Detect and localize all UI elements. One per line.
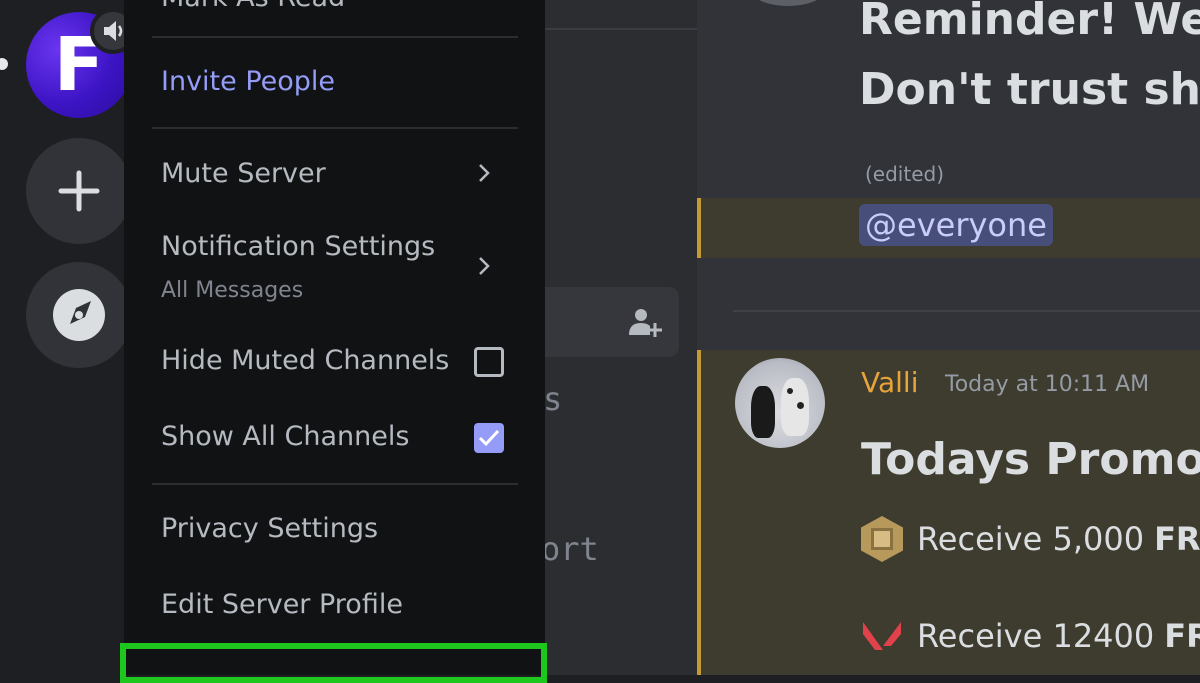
divider	[545, 28, 697, 30]
channel-name-partial[interactable]: ort	[541, 530, 599, 568]
show-all-checkbox[interactable]	[474, 423, 504, 453]
promo-bold-text: FRE	[1164, 617, 1200, 655]
promo-line: Receive 12400 FRE	[861, 616, 1200, 656]
avatar[interactable]	[745, 0, 831, 6]
robux-icon	[861, 516, 903, 562]
edited-label: (edited)	[865, 162, 945, 186]
hide-muted-checkbox[interactable]	[474, 347, 504, 377]
unread-indicator	[0, 58, 8, 70]
avatar[interactable]	[735, 358, 825, 448]
mention-row: @everyone	[697, 198, 1200, 258]
promo-bold-text: FRE	[1154, 520, 1200, 558]
add-member-icon[interactable]	[627, 305, 663, 341]
timestamp: Today at 10:11 AM	[945, 372, 1150, 397]
promo-line: Receive 5,000 FRE	[861, 516, 1200, 562]
highlight-box	[120, 643, 547, 683]
invite-members-row[interactable]	[545, 287, 679, 357]
message: Valli Today at 10:11 AM Todays Promot Re…	[697, 350, 1200, 675]
promo-text: Receive 12400	[917, 617, 1155, 655]
author-name[interactable]: Valli	[861, 366, 918, 399]
menu-item-mute-server[interactable]: Mute Server	[161, 158, 326, 189]
explore-servers-button[interactable]	[26, 262, 132, 368]
chevron-right-icon	[479, 164, 490, 182]
promo-text: Receive 5,000	[917, 520, 1145, 558]
divider	[152, 36, 518, 38]
compass-icon	[53, 289, 105, 341]
divider	[152, 127, 518, 129]
channel-list: s ort	[541, 0, 697, 675]
valorant-icon	[863, 622, 901, 650]
menu-item-invite-people[interactable]: Invite People	[161, 66, 335, 97]
notification-setting-value: All Messages	[161, 278, 304, 303]
channel-name-partial[interactable]: s	[543, 380, 562, 418]
menu-item-mark-as-read[interactable]: Mark As Read	[161, 0, 345, 13]
chevron-right-icon	[479, 257, 490, 275]
plus-icon	[58, 170, 100, 212]
menu-item-show-all-channels[interactable]: Show All Channels	[161, 421, 409, 452]
add-server-button[interactable]	[26, 138, 132, 244]
message-heading: Todays Promot	[861, 434, 1200, 485]
mention-everyone[interactable]: @everyone	[859, 204, 1053, 246]
check-icon	[478, 429, 500, 447]
server-context-menu: Mark As Read Invite People Mute Server N…	[124, 0, 545, 675]
message-heading: Don't trust sho	[859, 64, 1200, 115]
menu-item-edit-server-profile[interactable]: Edit Server Profile	[161, 589, 403, 620]
divider	[733, 310, 1200, 312]
chat-area: Reminder! We Don't trust sho (edited) @e…	[697, 0, 1200, 675]
menu-item-privacy-settings[interactable]: Privacy Settings	[161, 513, 378, 544]
message-heading: Reminder! We	[859, 0, 1200, 45]
menu-item-hide-muted-channels[interactable]: Hide Muted Channels	[161, 345, 449, 376]
divider	[152, 483, 518, 485]
menu-item-notification-settings[interactable]: Notification Settings	[161, 231, 435, 262]
